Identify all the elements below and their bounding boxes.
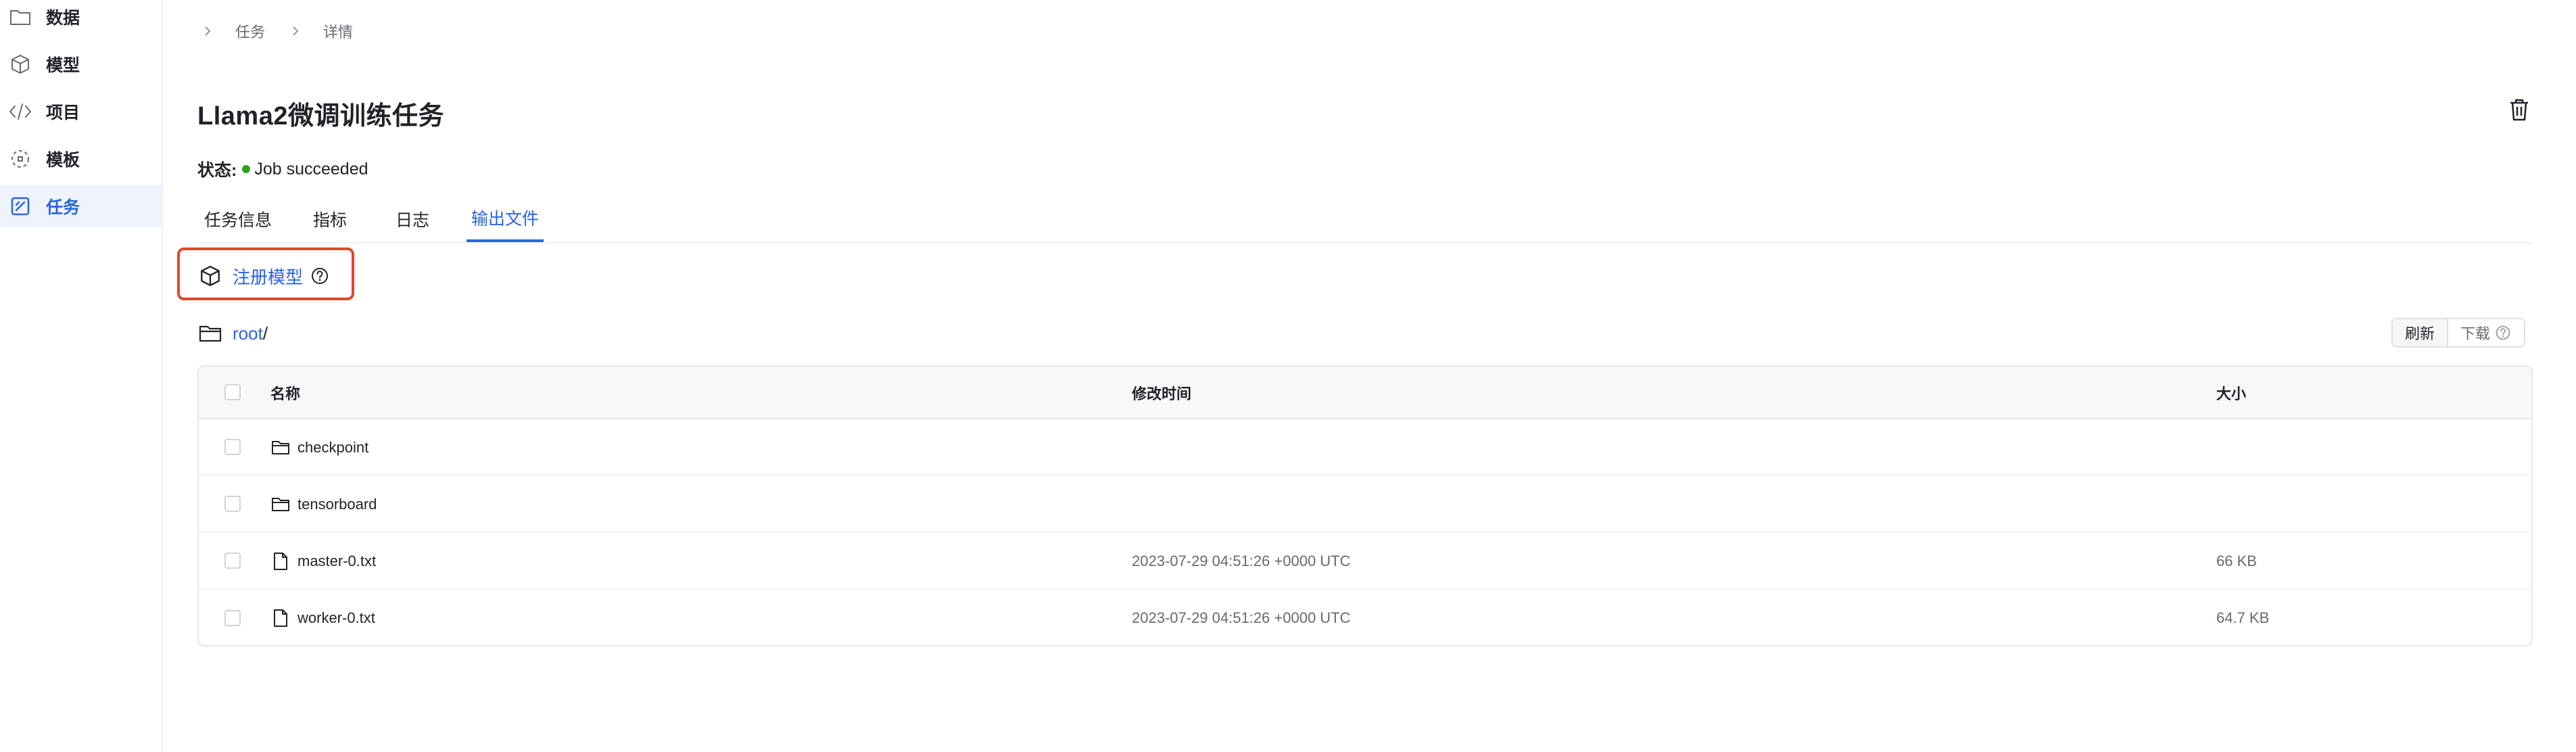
file-icon [270,551,291,571]
page-title: Llama2微调训练任务 [197,102,444,131]
column-header-size[interactable]: 大小 [2216,367,2246,419]
chevron-right-icon [200,24,215,39]
file-name-cell[interactable]: checkpoint [270,419,368,476]
modified-time: 2023-07-29 04:51:26 +0000 UTC [1132,553,1351,569]
sidebar-item-projects[interactable]: 项目 [0,91,162,133]
row-checkbox[interactable] [224,610,241,626]
sidebar-item-models[interactable]: 模型 [0,43,162,85]
tab-metrics[interactable]: 指标 [311,196,349,242]
help-icon[interactable] [310,266,330,286]
row-checkbox[interactable] [224,439,241,455]
path-root-link[interactable]: root [233,323,263,344]
cube-icon [8,52,32,76]
file-name: checkpoint [297,439,369,456]
table-row[interactable]: master-0.txt 2023-07-29 04:51:26 +0000 U… [199,533,2531,590]
row-checkbox[interactable] [224,553,241,569]
path-breadcrumb: root / [197,319,268,348]
column-header-name[interactable]: 名称 [270,367,300,419]
cube-icon [197,263,223,289]
refresh-button[interactable]: 刷新 [2393,319,2449,346]
file-name-cell[interactable]: master-0.txt [270,533,376,590]
file-size: 66 KB [2216,553,2257,569]
trash-icon [2508,97,2530,125]
file-name: worker-0.txt [297,609,375,626]
sidebar-item-templates[interactable]: 模板 [0,138,162,180]
sidebar-item-data[interactable]: 数据 [0,0,162,38]
tab-bar: 任务信息 指标 日志 输出文件 [197,196,2533,243]
folder-icon [270,438,291,458]
status-dot [242,165,251,173]
status-row: 状态: Job succeeded [197,157,368,181]
sidebar-item-tasks[interactable]: 任务 [0,185,162,227]
file-table: 名称 修改时间 大小 checkpoint tensorboard master… [197,365,2533,647]
breadcrumb-item-detail: 详情 [323,24,354,41]
file-actions: 刷新 下载 [2391,318,2526,348]
chevron-right-icon [288,24,303,39]
table-row[interactable]: checkpoint [199,419,2531,476]
tab-output-files[interactable]: 输出文件 [467,196,544,242]
delete-button[interactable] [2506,97,2533,124]
refresh-label: 刷新 [2405,325,2435,342]
table-row[interactable]: tensorboard [199,476,2531,533]
download-label: 下载 [2460,325,2491,342]
sidebar-item-label: 任务 [46,198,80,217]
breadcrumb-item-tasks[interactable]: 任务 [235,20,265,42]
breadcrumb: 任务 详情 [200,19,376,43]
file-name: tensorboard [297,496,377,513]
register-model-label: 注册模型 [233,266,304,287]
help-icon [2494,324,2512,342]
table-header: 名称 修改时间 大小 [199,367,2531,419]
column-header-modified[interactable]: 修改时间 [1132,367,1191,419]
select-all-checkbox[interactable] [224,384,241,400]
file-name-cell[interactable]: worker-0.txt [270,590,375,645]
sidebar: 数据 模型 项目 模板 任务 [0,0,163,752]
status-value: Job succeeded [254,159,368,179]
status-label: 状态: [197,161,237,180]
row-checkbox[interactable] [224,496,241,512]
code-icon [8,99,32,124]
file-size: 64.7 KB [2216,609,2270,626]
download-button[interactable]: 下载 [2448,319,2525,346]
folder-icon [8,5,32,29]
template-icon [8,147,32,171]
file-name-cell[interactable]: tensorboard [270,476,377,533]
tab-task-info[interactable]: 任务信息 [203,196,273,242]
table-row[interactable]: worker-0.txt 2023-07-29 04:51:26 +0000 U… [199,590,2531,645]
folder-icon [270,494,291,515]
folder-open-icon [197,321,224,346]
path-separator: / [262,323,268,344]
modified-time: 2023-07-29 04:51:26 +0000 UTC [1132,609,1351,626]
file-name: master-0.txt [297,553,377,569]
sidebar-item-label: 模板 [46,151,80,170]
sidebar-item-label: 项目 [46,103,80,122]
file-icon [270,608,291,628]
sidebar-item-label: 模型 [46,56,80,75]
task-icon [8,194,32,218]
register-model-button[interactable]: 注册模型 [197,262,330,289]
sidebar-item-label: 数据 [46,9,80,28]
tab-logs[interactable]: 日志 [393,196,431,242]
